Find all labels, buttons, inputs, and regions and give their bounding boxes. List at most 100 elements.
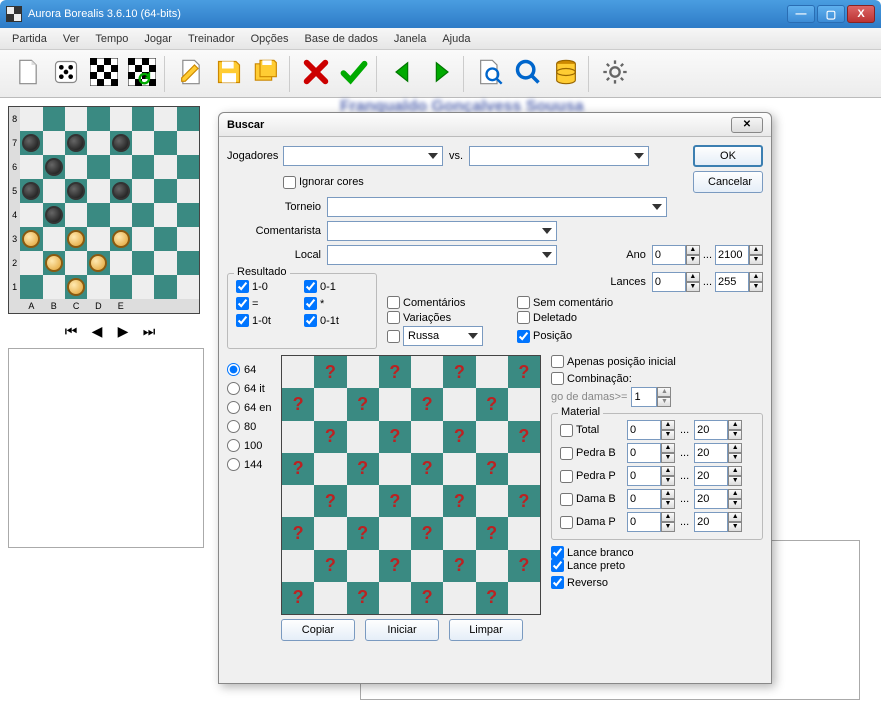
nav-prev-button[interactable] bbox=[385, 56, 421, 92]
jogo-damas-spinner[interactable]: ▲▼ bbox=[631, 387, 671, 407]
posicao-checkbox[interactable]: Posição bbox=[517, 326, 637, 346]
board-refresh-button[interactable] bbox=[124, 56, 160, 92]
lances-to-spinner[interactable]: ▲▼ bbox=[715, 272, 763, 292]
window-title: Aurora Borealis 3.6.10 (64-bits) bbox=[28, 8, 787, 20]
resultado-10-checkbox[interactable]: 1-0 bbox=[236, 280, 300, 293]
menu-ajuda[interactable]: Ajuda bbox=[434, 31, 478, 47]
nav-next-button[interactable] bbox=[423, 56, 459, 92]
resultado--checkbox[interactable]: * bbox=[304, 297, 368, 310]
zoom-doc-icon bbox=[476, 58, 504, 89]
material-damap-checkbox[interactable]: Dama P bbox=[560, 516, 624, 529]
variacoes-checkbox[interactable]: Variações bbox=[387, 311, 507, 324]
resultado-01t-checkbox[interactable]: 0-1t bbox=[304, 314, 368, 327]
menubar: PartidaVerTempoJogarTreinadorOpçõesBase … bbox=[0, 28, 881, 50]
nav-next-button[interactable]: ▶ bbox=[114, 322, 132, 340]
menu-treinador[interactable]: Treinador bbox=[180, 31, 243, 47]
game-board[interactable]: 87654321ABCDE bbox=[8, 106, 212, 314]
settings-icon bbox=[601, 58, 629, 89]
torneio-label: Torneio bbox=[227, 201, 327, 213]
ok-button[interactable]: OK bbox=[693, 145, 763, 167]
menu-opções[interactable]: Opções bbox=[243, 31, 297, 47]
settings-button[interactable] bbox=[597, 56, 633, 92]
dialog-close-button[interactable]: ✕ bbox=[731, 117, 763, 133]
cancelar-button[interactable]: Cancelar bbox=[693, 171, 763, 193]
boardsize-64it-radio[interactable]: 64 it bbox=[227, 382, 277, 395]
save-copy-icon bbox=[253, 58, 281, 89]
reverso-checkbox[interactable]: Reverso bbox=[551, 576, 763, 589]
lance-branco-checkbox[interactable]: Lance branco bbox=[551, 546, 763, 559]
new-doc-button[interactable] bbox=[10, 56, 46, 92]
boardsize-100-radio[interactable]: 100 bbox=[227, 439, 277, 452]
material-pedrap-checkbox[interactable]: Pedra P bbox=[560, 470, 624, 483]
accept-icon bbox=[340, 58, 368, 89]
combinacao-checkbox[interactable]: Combinação: bbox=[551, 372, 763, 385]
ano-to-spinner[interactable]: ▲▼ bbox=[715, 245, 763, 265]
dice-icon bbox=[52, 58, 80, 89]
nav-first-button[interactable]: ⏮ bbox=[62, 322, 80, 340]
apenas-posicao-checkbox[interactable]: Apenas posição inicial bbox=[551, 355, 763, 368]
window-titlebar: Aurora Borealis 3.6.10 (64-bits) — ▢ X bbox=[0, 0, 881, 28]
menu-jogar[interactable]: Jogar bbox=[136, 31, 180, 47]
boardsize-64-radio[interactable]: 64 bbox=[227, 363, 277, 376]
delete-icon bbox=[302, 58, 330, 89]
save-copy-button[interactable] bbox=[249, 56, 285, 92]
limpar-button[interactable]: Limpar bbox=[449, 619, 523, 641]
resultado-legend: Resultado bbox=[234, 266, 290, 278]
gametype-enable-checkbox[interactable] bbox=[387, 330, 400, 343]
gametype-combo[interactable]: Russa bbox=[403, 326, 483, 346]
minimize-button[interactable]: — bbox=[787, 5, 815, 23]
comentarista-combo[interactable] bbox=[327, 221, 557, 241]
menu-base de dados[interactable]: Base de dados bbox=[297, 31, 386, 47]
iniciar-button[interactable]: Iniciar bbox=[365, 619, 439, 641]
player1-combo[interactable] bbox=[283, 146, 443, 166]
notes-pane[interactable] bbox=[8, 348, 204, 548]
menu-ver[interactable]: Ver bbox=[55, 31, 88, 47]
boardsize-144-radio[interactable]: 144 bbox=[227, 458, 277, 471]
material-total-checkbox[interactable]: Total bbox=[560, 424, 624, 437]
board-pattern-button[interactable] bbox=[86, 56, 122, 92]
player2-combo[interactable] bbox=[469, 146, 649, 166]
delete-button[interactable] bbox=[298, 56, 334, 92]
local-combo[interactable] bbox=[327, 245, 557, 265]
nav-next-icon bbox=[427, 58, 455, 89]
menu-janela[interactable]: Janela bbox=[386, 31, 434, 47]
material-pedrab-checkbox[interactable]: Pedra B bbox=[560, 447, 624, 460]
dialog-title: Buscar bbox=[227, 119, 264, 131]
close-button[interactable]: X bbox=[847, 5, 875, 23]
material-damab-checkbox[interactable]: Dama B bbox=[560, 493, 624, 506]
comentarios-checkbox[interactable]: Comentários bbox=[387, 296, 507, 309]
zoom-doc-button[interactable] bbox=[472, 56, 508, 92]
lance-preto-checkbox[interactable]: Lance preto bbox=[551, 559, 763, 572]
boardsize-64en-radio[interactable]: 64 en bbox=[227, 401, 277, 414]
resultado-01-checkbox[interactable]: 0-1 bbox=[304, 280, 368, 293]
database-button[interactable] bbox=[548, 56, 584, 92]
ano-from-spinner[interactable]: ▲▼ bbox=[652, 245, 700, 265]
resultado--checkbox[interactable]: = bbox=[236, 297, 300, 310]
save-button[interactable] bbox=[211, 56, 247, 92]
left-pane: 87654321ABCDE ⏮ ◀ ▶ ⏭ bbox=[0, 98, 220, 714]
edit-new-button[interactable] bbox=[173, 56, 209, 92]
menu-tempo[interactable]: Tempo bbox=[87, 31, 136, 47]
nav-last-button[interactable]: ⏭ bbox=[140, 322, 158, 340]
torneio-combo[interactable] bbox=[327, 197, 667, 217]
maximize-button[interactable]: ▢ bbox=[817, 5, 845, 23]
nav-prev-icon bbox=[389, 58, 417, 89]
toolbar bbox=[0, 50, 881, 98]
copiar-button[interactable]: Copiar bbox=[281, 619, 355, 641]
jogadores-label: Jogadores bbox=[227, 150, 283, 162]
position-board[interactable]: ???????????????????????????????? bbox=[281, 355, 541, 615]
boardsize-80-radio[interactable]: 80 bbox=[227, 420, 277, 433]
zoom-button[interactable] bbox=[510, 56, 546, 92]
board-pattern-icon bbox=[90, 58, 118, 89]
lances-from-spinner[interactable]: ▲▼ bbox=[652, 272, 700, 292]
resultado-10t-checkbox[interactable]: 1-0t bbox=[236, 314, 300, 327]
deletado-checkbox[interactable]: Deletado bbox=[517, 311, 637, 324]
new-doc-icon bbox=[14, 58, 42, 89]
nav-prev-button[interactable]: ◀ bbox=[88, 322, 106, 340]
dice-button[interactable] bbox=[48, 56, 84, 92]
sem-comentario-checkbox[interactable]: Sem comentário bbox=[517, 296, 637, 309]
accept-button[interactable] bbox=[336, 56, 372, 92]
menu-partida[interactable]: Partida bbox=[4, 31, 55, 47]
ignorar-cores-checkbox[interactable]: Ignorar cores bbox=[283, 176, 364, 189]
search-dialog: Buscar ✕ Jogadores vs. OK Ignorar cores … bbox=[218, 112, 772, 684]
